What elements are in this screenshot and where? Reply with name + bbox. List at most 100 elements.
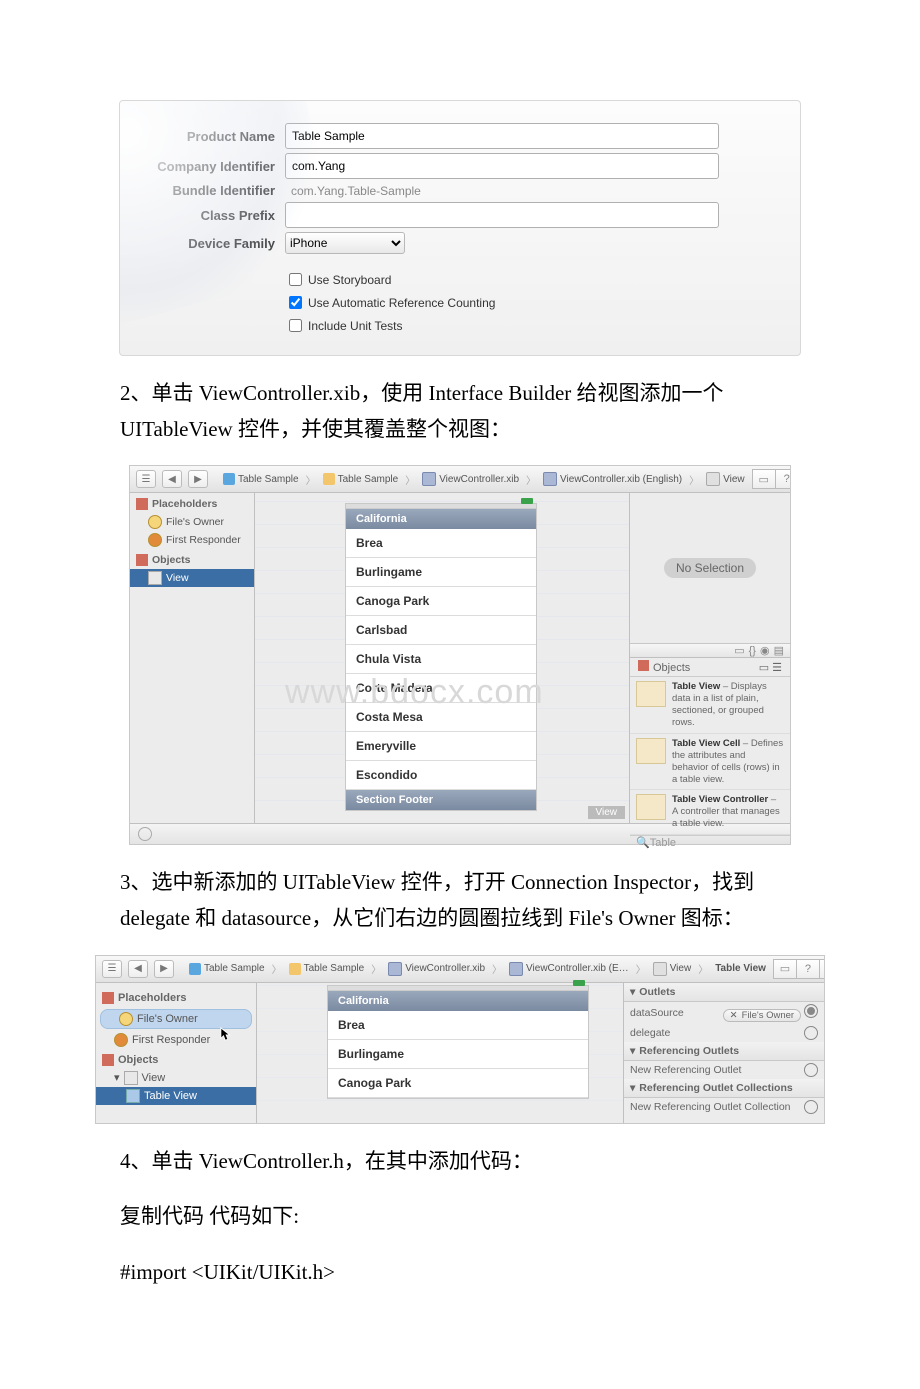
bc-project[interactable]: Table Sample (218, 471, 304, 487)
related-files-button[interactable]: ☰ (136, 470, 156, 488)
table-cell: Emeryville (346, 732, 536, 761)
outline-toggle-icon[interactable] (138, 827, 152, 841)
bc-view[interactable]: View (701, 470, 750, 488)
canvas[interactable]: California Brea Burlingame Canoga Park (257, 983, 624, 1123)
table-cell: Corte Madera (346, 674, 536, 703)
connections-inspector: ▾ Outlets dataSource ✕File's Owner deleg… (624, 983, 824, 1123)
help-inspector-icon[interactable]: ? (797, 959, 820, 979)
connection-dot-icon[interactable] (804, 1100, 818, 1114)
related-files-button[interactable]: ☰ (102, 960, 122, 978)
connection-inspector-window: ☰ ◀ ▶ Table Sample〉 Table Sample〉 ViewCo… (95, 955, 825, 1124)
outline-first-responder[interactable]: First Responder (96, 1031, 256, 1049)
bc-xib[interactable]: ViewController.xib (383, 960, 490, 978)
library-tabs[interactable]: ▭ {} ◉ ▤ (630, 644, 790, 658)
inspector-panel: No Selection ▭ {} ◉ ▤ Objects ▭ ☰ Table … (630, 493, 790, 823)
objects-icon (102, 1054, 114, 1066)
bc-xib-en[interactable]: ViewController.xib (English) (538, 470, 687, 488)
ib-breadcrumb: ☰ ◀ ▶ Table Sample〉 Table Sample〉 ViewCo… (96, 956, 824, 983)
table-cell: Escondido (346, 761, 536, 790)
table-cell: Burlingame (346, 558, 536, 587)
cube-icon (148, 515, 162, 529)
table-cell: Carlsbad (346, 616, 536, 645)
table-view-preview[interactable]: California Brea Burlingame Canoga Park C… (345, 503, 537, 811)
bc-project[interactable]: Table Sample (184, 961, 270, 977)
input-class-prefix[interactable] (285, 202, 719, 228)
cube-icon (638, 660, 649, 671)
library-item[interactable]: Table View Cell – Defines the attributes… (630, 734, 790, 791)
step-4-text: 4、单击 ViewController.h，在其中添加代码： (120, 1144, 800, 1180)
referencing-outlets-heading[interactable]: ▾ Referencing Outlets (624, 1042, 824, 1061)
outline-view[interactable]: View (130, 569, 254, 587)
input-company-identifier[interactable] (285, 153, 719, 179)
new-referencing-outlet-collection[interactable]: New Referencing Outlet Collection (624, 1098, 824, 1116)
nav-forward-button[interactable]: ▶ (154, 960, 174, 978)
input-product-name[interactable] (285, 123, 719, 149)
nav-forward-button[interactable]: ▶ (188, 470, 208, 488)
canvas[interactable]: California Brea Burlingame Canoga Park C… (255, 493, 630, 823)
file-inspector-icon[interactable]: ▭ (773, 959, 797, 979)
bc-xib[interactable]: ViewController.xib (417, 470, 524, 488)
bc-folder[interactable]: Table Sample (318, 471, 404, 487)
outlet-datasource[interactable]: dataSource ✕File's Owner (624, 1002, 824, 1024)
table-view-icon (636, 681, 666, 707)
table-icon (126, 1089, 140, 1103)
outlets-heading[interactable]: ▾ Outlets (624, 983, 824, 1002)
outline-objects: Objects (130, 549, 254, 569)
bc-table-view[interactable]: Table View (710, 961, 771, 976)
view-badge: View (588, 806, 626, 819)
step-2-text: 2、单击 ViewController.xib，使用 Interface Bui… (120, 376, 800, 447)
label-company-identifier: Company Identifier (120, 159, 285, 174)
ib-breadcrumb: ☰ ◀ ▶ Table Sample〉 Table Sample〉 ViewCo… (130, 466, 790, 493)
bc-view[interactable]: View (648, 960, 697, 978)
objects-icon (136, 554, 148, 566)
connection-dot-icon[interactable] (804, 1004, 818, 1018)
status-bar (346, 504, 536, 509)
library-controls[interactable]: Objects ▭ ☰ (630, 658, 790, 677)
section-footer: Section Footer (346, 790, 536, 810)
outline-placeholders: Placeholders (130, 493, 254, 513)
table-view-controller-icon (636, 794, 666, 820)
library-item[interactable]: Table View – Displays data in a list of … (630, 677, 790, 734)
outline-files-owner[interactable]: File's Owner (100, 1009, 252, 1029)
checkbox-unit-tests[interactable]: Include Unit Tests (285, 314, 780, 337)
table-cell: Canoga Park (328, 1069, 588, 1098)
library-filter[interactable]: 🔍 Table (630, 835, 790, 849)
connection-dot-icon[interactable] (804, 1026, 818, 1040)
outline-table-view[interactable]: Table View (96, 1087, 256, 1105)
identity-inspector-icon[interactable]: ▤ (820, 959, 824, 979)
library-item[interactable]: Table View Controller – A controller tha… (630, 790, 790, 835)
bc-xib-en[interactable]: ViewController.xib (E… (504, 960, 634, 978)
new-referencing-outlet[interactable]: New Referencing Outlet (624, 1061, 824, 1079)
label-product-name: Product Name (120, 129, 285, 144)
inspector-tabs[interactable]: ▭ ? ▤ ⎚ ▭ ⊛ (752, 469, 790, 489)
file-template-icon[interactable]: ▭ (734, 644, 744, 657)
table-cell: Canoga Park (346, 587, 536, 616)
no-selection-pill: No Selection (664, 558, 756, 578)
table-view-cell-icon (636, 738, 666, 764)
bc-folder[interactable]: Table Sample (284, 961, 370, 977)
nav-back-button[interactable]: ◀ (162, 470, 182, 488)
view-icon (124, 1071, 138, 1085)
cube-icon (148, 533, 162, 547)
nav-back-button[interactable]: ◀ (128, 960, 148, 978)
outline-view[interactable]: ▾ View (96, 1069, 256, 1087)
table-cell: Burlingame (328, 1040, 588, 1069)
referencing-outlet-collections-heading[interactable]: ▾ Referencing Outlet Collections (624, 1079, 824, 1098)
status-bar (328, 986, 588, 991)
value-bundle-identifier: com.Yang.Table-Sample (285, 184, 421, 198)
help-inspector-icon[interactable]: ? (776, 469, 790, 489)
connection-dot-icon[interactable] (804, 1063, 818, 1077)
outline-files-owner[interactable]: File's Owner (130, 513, 254, 531)
outline-first-responder[interactable]: First Responder (130, 531, 254, 549)
code-snippet-icon[interactable]: {} (749, 645, 756, 657)
file-inspector-icon[interactable]: ▭ (752, 469, 776, 489)
outline-objects: Objects (96, 1049, 256, 1069)
outlet-delegate[interactable]: delegate (624, 1024, 824, 1042)
table-view-preview[interactable]: California Brea Burlingame Canoga Park (327, 985, 589, 1099)
inspector-tabs[interactable]: ▭ ? ▤ ⎚ ▭ ⊛ (773, 959, 824, 979)
select-device-family[interactable]: iPhone (285, 232, 405, 254)
media-library-icon[interactable]: ▤ (774, 644, 784, 657)
checkbox-arc[interactable]: Use Automatic Reference Counting (285, 291, 780, 314)
object-library-icon[interactable]: ◉ (760, 644, 770, 657)
checkbox-storyboard[interactable]: Use Storyboard (285, 268, 780, 291)
